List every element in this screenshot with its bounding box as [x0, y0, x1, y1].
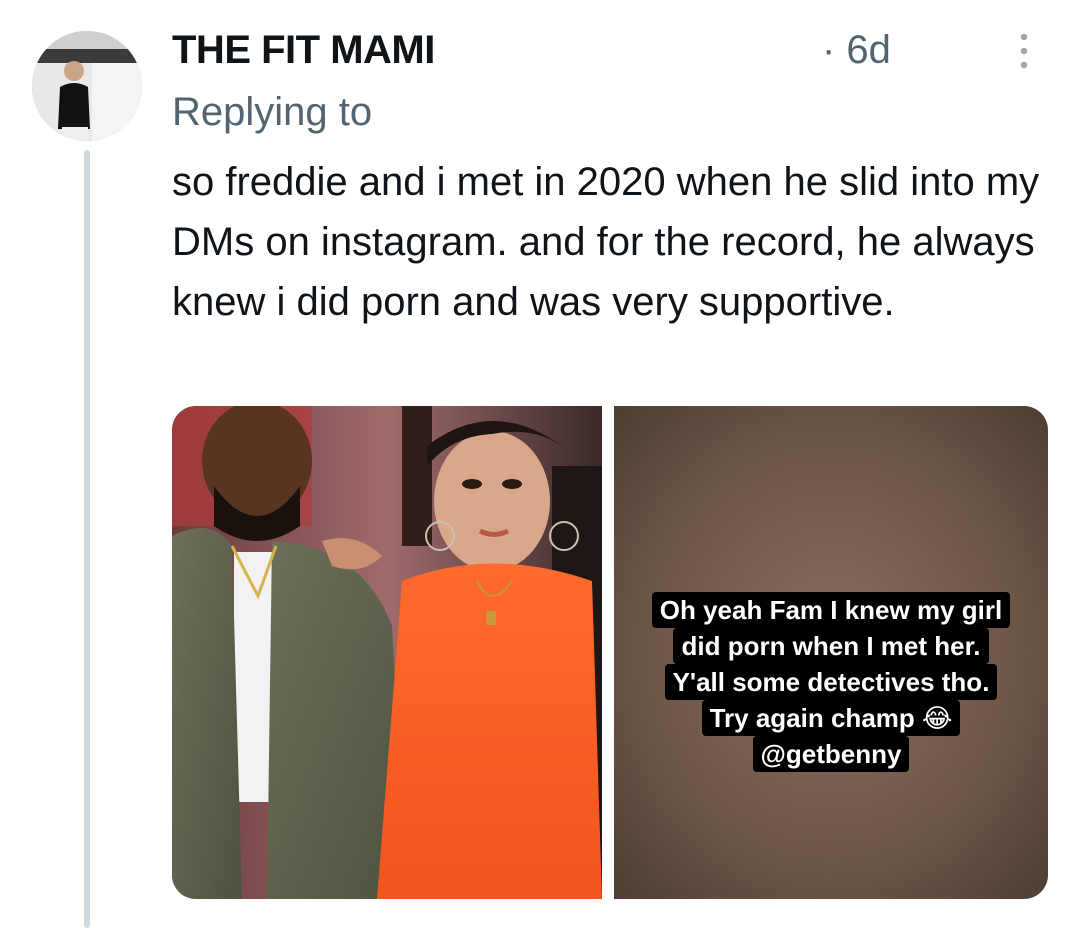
story-caption-line: @getbenny: [752, 736, 910, 772]
media-grid: Oh yeah Fam I knew my girl did porn when…: [172, 406, 1048, 899]
story-caption: Oh yeah Fam I knew my girl did porn when…: [614, 592, 1048, 772]
story-caption-line: Y'all some detectives tho.: [664, 664, 998, 700]
tweet[interactable]: THE FIT MAMI · 6d Replying to so freddie…: [0, 0, 1080, 928]
couple-photo-image: [172, 406, 602, 899]
story-screenshot[interactable]: Oh yeah Fam I knew my girl did porn when…: [614, 406, 1048, 899]
avatar[interactable]: [32, 31, 142, 141]
author-name[interactable]: THE FIT MAMI: [172, 28, 435, 73]
more-dots-icon: [1020, 33, 1028, 69]
replying-to-label: Replying to: [172, 90, 373, 134]
story-caption-line: Try again champ 😂: [701, 700, 961, 736]
couple-photo[interactable]: [172, 406, 602, 899]
avatar-image: [32, 31, 142, 141]
tweet-text: so freddie and i met in 2020 when he sli…: [172, 160, 1040, 324]
timestamp[interactable]: · 6d: [822, 28, 891, 73]
more-button[interactable]: [1004, 30, 1044, 72]
story-caption-line: Oh yeah Fam I knew my girl: [651, 592, 1011, 628]
story-caption-line: did porn when I met her.: [673, 628, 989, 664]
thread-line: [84, 150, 90, 928]
